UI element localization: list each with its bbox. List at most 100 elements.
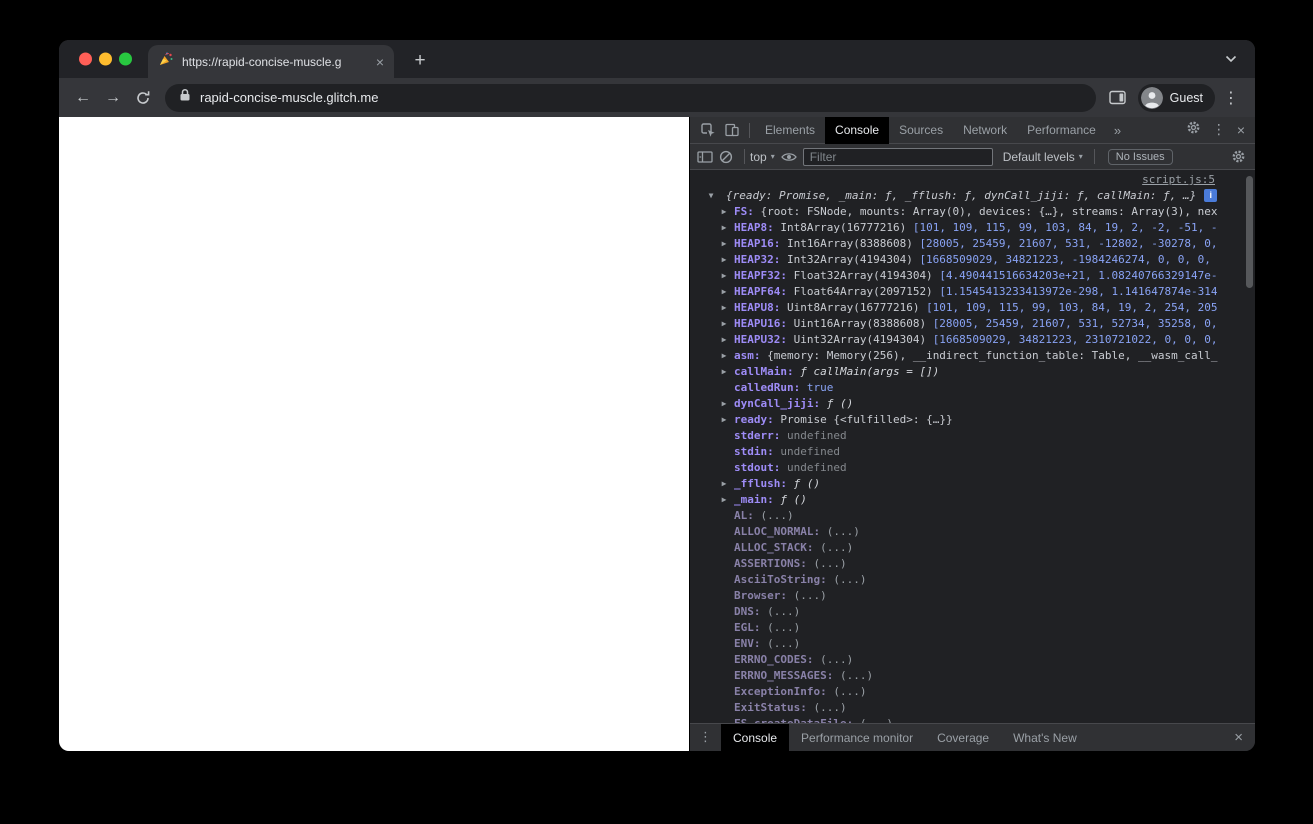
drawer-tab-whats-new[interactable]: What's New [1001, 724, 1089, 752]
tab-performance[interactable]: Performance [1017, 117, 1106, 144]
drawer-tab-performance-monitor[interactable]: Performance monitor [789, 724, 925, 752]
no-issues-button[interactable]: No Issues [1107, 148, 1173, 165]
tab-search-chevron-icon[interactable] [1225, 50, 1237, 68]
getter-ellipsis[interactable]: (...) [820, 541, 853, 554]
close-window-button[interactable] [79, 52, 92, 66]
getter-ellipsis[interactable]: (...) [833, 685, 866, 698]
console-property-row[interactable]: ▶ HEAP8: Int8Array(16777216) [101, 109, 1… [690, 220, 1255, 236]
browser-tab[interactable]: https://rapid-concise-muscle.g × [148, 45, 394, 78]
expand-arrow-icon[interactable]: ▶ [718, 220, 730, 236]
profile-name: Guest [1169, 90, 1203, 105]
console-settings-gear-icon[interactable] [1231, 149, 1246, 164]
side-panel-icon[interactable] [1104, 84, 1132, 112]
object-preview-text: {ready: Promise, _main: ƒ, _fflush: ƒ, d… [726, 189, 1197, 202]
expand-arrow-icon[interactable]: ▶ [718, 236, 730, 252]
console-property-row[interactable]: ▶ _main: ƒ () [690, 492, 1255, 508]
devtools-drawer: ⋮ Console Performance monitor Coverage W… [690, 723, 1255, 751]
getter-ellipsis[interactable]: (...) [840, 669, 873, 682]
forward-button[interactable]: → [99, 84, 127, 112]
console-property-row[interactable]: ▶ HEAPU16: Uint16Array(8388608) [28005, 2… [690, 316, 1255, 332]
property-value: Uint16Array(8388608) [793, 317, 933, 330]
getter-ellipsis[interactable]: (...) [761, 509, 794, 522]
live-expression-eye-icon[interactable] [780, 151, 797, 163]
console-property-row[interactable]: ▶ callMain: ƒ callMain(args = []) [690, 364, 1255, 380]
getter-ellipsis[interactable]: (...) [767, 605, 800, 618]
console-property-row: ERRNO_MESSAGES: (...) [690, 668, 1255, 684]
device-toolbar-icon[interactable] [720, 118, 744, 142]
console-property-row[interactable]: ▶ HEAPU8: Uint8Array(16777216) [101, 109,… [690, 300, 1255, 316]
expand-arrow-icon[interactable]: ▶ [718, 252, 730, 268]
console-sidebar-icon[interactable] [697, 150, 713, 164]
console-property-row[interactable]: ▶ HEAP32: Int32Array(4194304) [1668509029… [690, 252, 1255, 268]
devtools-close-icon[interactable]: × [1237, 123, 1245, 137]
lock-icon[interactable] [179, 88, 191, 107]
drawer-tab-coverage[interactable]: Coverage [925, 724, 1001, 752]
browser-menu-icon[interactable]: ⋮ [1217, 84, 1245, 112]
expand-arrow-icon[interactable]: ▶ [718, 268, 730, 284]
collapse-arrow-icon[interactable]: ▼ [705, 188, 717, 204]
expand-arrow-icon[interactable]: ▶ [718, 204, 730, 220]
property-value: ƒ callMain(args = []) [800, 365, 940, 378]
getter-ellipsis[interactable]: (...) [827, 525, 860, 538]
console-object-preview[interactable]: ▼ {ready: Promise, _main: ƒ, _fflush: ƒ, … [690, 188, 1255, 204]
getter-ellipsis[interactable]: (...) [813, 701, 846, 714]
property-value: [101, 109, 115, 99, 103, 84, 19, 2, 254,… [926, 301, 1218, 314]
property-name: HEAPF64: [734, 285, 787, 298]
getter-ellipsis[interactable]: (...) [860, 717, 893, 723]
getter-ellipsis[interactable]: (...) [767, 621, 800, 634]
expand-arrow-icon[interactable]: ▶ [718, 476, 730, 492]
expand-arrow-icon[interactable]: ▶ [718, 300, 730, 316]
address-bar[interactable]: rapid-concise-muscle.glitch.me [165, 83, 1096, 112]
getter-ellipsis[interactable]: (...) [813, 557, 846, 570]
filter-input[interactable] [802, 147, 993, 166]
fullscreen-window-button[interactable] [119, 52, 132, 66]
getter-ellipsis[interactable]: (...) [833, 573, 866, 586]
devtools-menu-icon[interactable]: ⋮ [1212, 123, 1226, 137]
console-scrollbar-thumb[interactable] [1246, 176, 1253, 288]
reload-button[interactable] [129, 84, 157, 112]
console-property-row[interactable]: ▶ HEAPU32: Uint32Array(4194304) [16685090… [690, 332, 1255, 348]
expand-arrow-icon[interactable]: ▶ [718, 348, 730, 364]
more-tabs-button[interactable]: » [1106, 117, 1129, 144]
getter-ellipsis[interactable]: (...) [767, 637, 800, 650]
profile-chip[interactable]: Guest [1137, 83, 1215, 112]
console-property-row[interactable]: ▶ HEAP16: Int16Array(8388608) [28005, 254… [690, 236, 1255, 252]
log-levels-selector[interactable]: Default levels ▾ [1003, 150, 1083, 164]
tab-sources[interactable]: Sources [889, 117, 953, 144]
tab-favicon-icon [158, 51, 174, 72]
tab-close-icon[interactable]: × [376, 54, 384, 70]
expand-arrow-icon[interactable]: ▶ [718, 396, 730, 412]
expand-arrow-icon[interactable]: ▶ [718, 364, 730, 380]
expand-arrow-icon[interactable]: ▶ [718, 492, 730, 508]
getter-ellipsis[interactable]: (...) [794, 589, 827, 602]
drawer-menu-icon[interactable]: ⋮ [690, 730, 721, 745]
console-property-row[interactable]: ▶ FS: {root: FSNode, mounts: Array(0), de… [690, 204, 1255, 220]
inspect-element-icon[interactable] [696, 118, 720, 142]
console-property-row[interactable]: ▶ HEAPF64: Float64Array(2097152) [1.15454… [690, 284, 1255, 300]
minimize-window-button[interactable] [99, 52, 112, 66]
tab-elements[interactable]: Elements [755, 117, 825, 144]
property-name: stdin: [734, 445, 774, 458]
expand-arrow-icon[interactable]: ▶ [718, 412, 730, 428]
expand-arrow-icon[interactable]: ▶ [718, 316, 730, 332]
console-property-row[interactable]: ▶ asm: {memory: Memory(256), __indirect_f… [690, 348, 1255, 364]
divider [1093, 149, 1095, 164]
console-property-row[interactable]: ▶ ready: Promise {<fulfilled>: {…}} [690, 412, 1255, 428]
getter-ellipsis[interactable]: (...) [820, 653, 853, 666]
back-button[interactable]: ← [69, 84, 97, 112]
console-property-row[interactable]: ▶ HEAPF32: Float32Array(4194304) [4.49044… [690, 268, 1255, 284]
expand-arrow-icon[interactable]: ▶ [718, 332, 730, 348]
context-selector[interactable]: top ▾ [750, 150, 775, 164]
expand-arrow-icon[interactable]: ▶ [718, 284, 730, 300]
tab-console[interactable]: Console [825, 116, 890, 144]
tab-network[interactable]: Network [953, 117, 1017, 144]
source-link[interactable]: script.js:5 [1142, 173, 1215, 186]
console-property-row[interactable]: ▶ _fflush: ƒ () [690, 476, 1255, 492]
drawer-tab-console[interactable]: Console [721, 723, 790, 751]
console-property-row[interactable]: ▶ dynCall_jiji: ƒ () [690, 396, 1255, 412]
clear-console-icon[interactable] [719, 150, 733, 164]
drawer-close-icon[interactable]: × [1234, 729, 1255, 746]
property-name: Browser: [734, 589, 787, 602]
settings-gear-icon[interactable] [1186, 120, 1201, 140]
new-tab-button[interactable]: + [408, 49, 432, 73]
